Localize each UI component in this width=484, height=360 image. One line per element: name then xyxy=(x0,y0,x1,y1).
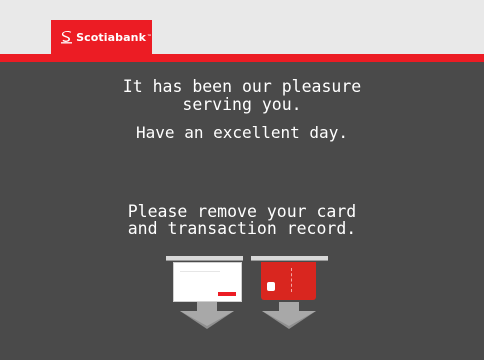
down-arrow-icon xyxy=(262,302,316,329)
receipt-line xyxy=(180,271,220,272)
thanks-message: It has been our pleasure serving you. xyxy=(122,77,362,114)
scotiabank-s-icon xyxy=(61,30,73,44)
remove-card-instruction: Please remove your card and transaction … xyxy=(127,202,357,238)
header-red-stripe xyxy=(0,54,484,62)
card-logo-mark xyxy=(267,282,275,291)
card-slot xyxy=(251,256,328,261)
trademark-symbol: ™ xyxy=(147,34,152,40)
card-stripe xyxy=(291,268,300,292)
transaction-record-icon xyxy=(173,262,242,302)
bank-card-icon xyxy=(261,262,316,300)
receipt-logo-mark xyxy=(218,292,236,296)
receipt-slot xyxy=(166,256,243,261)
farewell-message: Have an excellent day. xyxy=(136,123,348,142)
down-arrow-icon xyxy=(180,302,234,329)
header-bar: Scotiabank ™ xyxy=(0,0,484,54)
scotiabank-logo: Scotiabank ™ xyxy=(51,20,152,54)
brand-name: Scotiabank xyxy=(76,30,146,44)
